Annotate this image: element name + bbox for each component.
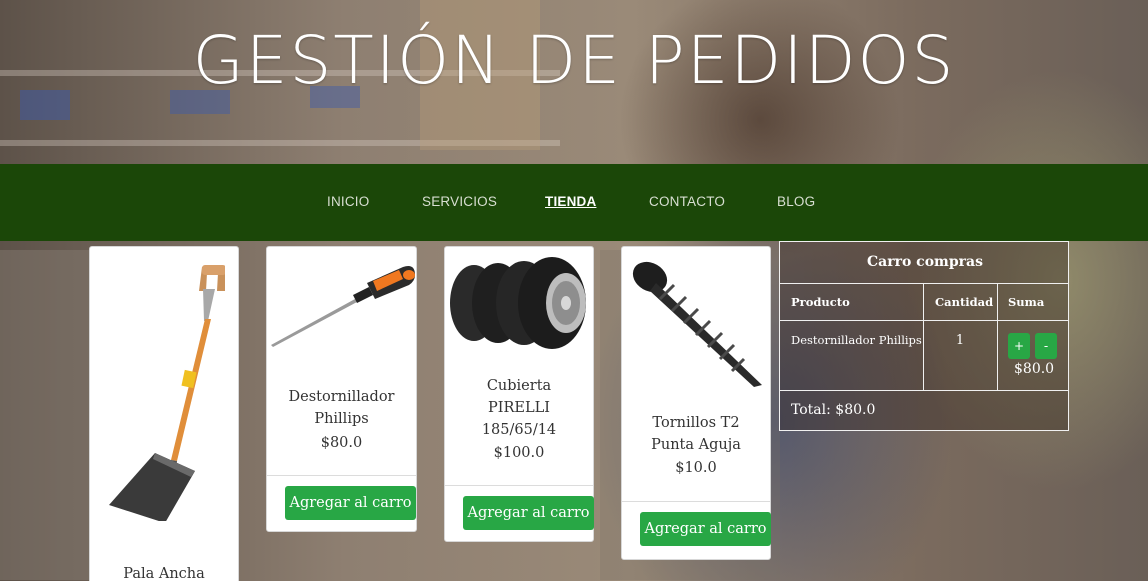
nav-item-servicios[interactable]: SERVICIOS bbox=[422, 194, 497, 209]
product-name-line3: 185/65/14 bbox=[481, 422, 557, 438]
page-title: GESTIÓN DE PEDIDOS bbox=[192, 22, 956, 99]
product-price: $80.0 bbox=[320, 435, 363, 451]
product-price: $100.0 bbox=[493, 445, 545, 461]
cart-col-producto: Producto bbox=[791, 295, 850, 309]
product-name-line2: Punta Aguja bbox=[651, 437, 741, 453]
product-price: $10.0 bbox=[675, 460, 717, 476]
product-name-line2: PIRELLI bbox=[488, 400, 550, 416]
cart-row-product: Destornillador Phillips bbox=[791, 333, 922, 347]
cart-col-cantidad: Cantidad bbox=[935, 295, 994, 309]
nav-item-tienda[interactable]: TIENDA bbox=[545, 194, 596, 209]
nav-item-contacto[interactable]: CONTACTO bbox=[649, 194, 725, 209]
increase-quantity-button[interactable]: + bbox=[1008, 333, 1030, 359]
add-to-cart-button[interactable]: Agregar al carro bbox=[285, 486, 416, 520]
product-card: Pala Ancha bbox=[89, 246, 239, 581]
product-name-line1: Cubierta bbox=[486, 378, 552, 394]
product-card: Tornillos T2 Punta Aguja $10.0 Agregar a… bbox=[621, 246, 771, 560]
product-card: Cubierta PIRELLI 185/65/14 $100.0 Agrega… bbox=[444, 246, 594, 542]
product-card: Destornillador Phillips $80.0 Agregar al… bbox=[266, 246, 417, 532]
nav-item-inicio[interactable]: INICIO bbox=[327, 194, 369, 209]
product-name: Pala Ancha bbox=[123, 566, 205, 581]
shovel-image bbox=[109, 265, 225, 521]
product-name-line1: Destornillador bbox=[288, 389, 395, 405]
screwdriver-image bbox=[271, 266, 415, 347]
cart-total: Total: $80.0 bbox=[791, 402, 876, 418]
cart-col-suma: Suma bbox=[1008, 295, 1045, 309]
cart-row-quantity: 1 bbox=[955, 333, 965, 348]
shopping-cart: Carro compras Producto Cantidad Suma Des… bbox=[779, 241, 1069, 431]
screw-image bbox=[632, 261, 762, 387]
nav-item-blog[interactable]: BLOG bbox=[777, 194, 815, 209]
add-to-cart-button[interactable]: Agregar al carro bbox=[640, 512, 771, 546]
product-name-line2: Phillips bbox=[314, 411, 369, 427]
cart-title: Carro compras bbox=[867, 254, 983, 270]
cart-row-sum: $80.0 bbox=[1014, 361, 1055, 377]
add-to-cart-button[interactable]: Agregar al carro bbox=[463, 496, 594, 530]
main-navbar: INICIO SERVICIOS TIENDA CONTACTO BLOG bbox=[0, 164, 1148, 241]
product-name-line1: Tornillos T2 bbox=[652, 415, 740, 431]
decrease-quantity-button[interactable]: - bbox=[1035, 333, 1057, 359]
tires-image bbox=[450, 257, 586, 349]
